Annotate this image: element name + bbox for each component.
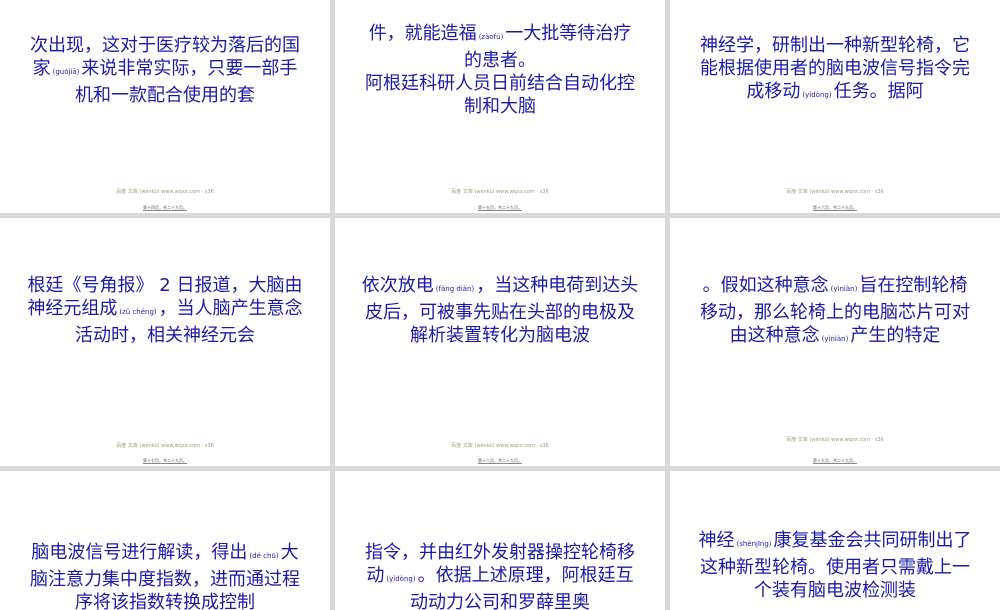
page-number: 第十七页，共二十九页。	[0, 458, 330, 464]
text-run: 。假如这种意念	[702, 275, 829, 296]
pinyin-annotation: (yídòng)	[802, 91, 832, 99]
pinyin-annotation: (yìniàn)	[821, 335, 849, 343]
pinyin-annotation: (yìniàn)	[830, 285, 858, 293]
watermark: 百度 文库 (wénkù) www.wqxx.com · s36	[786, 189, 884, 195]
pinyin-annotation: (yídòng)	[386, 575, 416, 583]
text-run: 产生的特定	[850, 325, 941, 346]
page-number: 第十四页，共二十九页。	[0, 205, 330, 211]
text-run: 神经	[698, 530, 735, 551]
watermark: 百度 文库 (wénkù) www.wqxx.com · s36	[116, 443, 214, 449]
slide-thumbnail[interactable]: 神经学，研制出一种新型轮椅，它能根据使用者的脑电波信号指令完成移动 (yídòng…	[670, 0, 1000, 213]
slide-thumbnail[interactable]: 。假如这种意念 (yìniàn) 旨在控制轮椅移动，那么轮椅上的电脑芯片可对由这种意…	[670, 218, 1000, 466]
slide-thumbnail[interactable]: 神经 (shénjīng) 康复基金会共同研制出了这种新型轮椅。使用者只需戴上一个装…	[670, 471, 1000, 610]
slide-body-text: 神经 (shénjīng) 康复基金会共同研制出了这种新型轮椅。使用者只需戴上一个装…	[670, 529, 1000, 602]
pinyin-annotation: (shénjīng)	[736, 540, 772, 548]
pinyin-annotation: (zàofú)	[478, 33, 504, 41]
text-run: 脑电波信号进行解读，得出	[31, 542, 248, 563]
slide-body-text: 。假如这种意念 (yìniàn) 旨在控制轮椅移动，那么轮椅上的电脑芯片可对由这种意…	[670, 274, 1000, 351]
slide-body-text: 次出现，这对于医疗较为落后的国家 (guójiā) 来说非常实际，只要一部手机和一款…	[0, 34, 330, 107]
page-number-text: 第十六页，共二十九页。	[813, 205, 857, 211]
slide-paragraph: 依次放电 (fàng diàn) ，当这种电荷到达头皮后，可被事先贴在头部的电极及解…	[361, 274, 639, 347]
slide-thumbnail[interactable]: 依次放电 (fàng diàn) ，当这种电荷到达头皮后，可被事先贴在头部的电极及解…	[335, 218, 665, 466]
slide-paragraph: 件，就能造福 (zàofú) 一大批等待治疗的患者。	[361, 22, 639, 72]
text-run: 依次放电	[361, 275, 434, 296]
page-number: 第十八页，共二十九页。	[335, 458, 665, 464]
page-number: 第十九页，共二十九页。	[670, 458, 1000, 464]
page-number-text: 第十九页，共二十九页。	[813, 458, 857, 464]
slide-body-text: 件，就能造福 (zàofú) 一大批等待治疗的患者。 阿根廷科研人员日前结合自动化控…	[335, 22, 665, 118]
pinyin-annotation: (zǔ chéng)	[119, 308, 157, 316]
watermark: 百度 文库 (wénkù) www.wqxx.com · s36	[116, 189, 214, 195]
slide-grid: 次出现，这对于医疗较为落后的国家 (guójiā) 来说非常实际，只要一部手机和一款…	[0, 0, 1000, 610]
slide-body-text: 神经学，研制出一种新型轮椅，它能根据使用者的脑电波信号指令完成移动 (yídòng…	[670, 34, 1000, 107]
page-number-text: 第十五页，共二十九页。	[478, 205, 522, 211]
slide-paragraph: 阿根廷科研人员日前结合自动化控制和大脑	[361, 72, 639, 118]
slide-thumbnail[interactable]: 次出现，这对于医疗较为落后的国家 (guójiā) 来说非常实际，只要一部手机和一款…	[0, 0, 330, 213]
slide-thumbnail[interactable]: 脑电波信号进行解读，得出 (dé chū) 大脑注意力集中度指数，进而通过程序将该指…	[0, 471, 330, 610]
text-run: 件，就能造福	[368, 23, 477, 44]
page-number-text: 第十八页，共二十九页。	[478, 458, 522, 464]
pinyin-annotation: (dé chū)	[249, 552, 279, 560]
watermark: 百度 文库 (wénkù) www.wqxx.com · s36	[786, 437, 884, 443]
text-run: 任务。据阿	[833, 81, 924, 102]
page-number-text: 第十七页，共二十九页。	[143, 458, 187, 464]
text-run: 来说非常实际，只要一部手机和一款配合使用的套	[75, 58, 298, 106]
slide-body-text: 根廷《号角报》 2 日报道，大脑由神经元组成 (zǔ chéng) ，当人脑产生意念…	[0, 274, 330, 347]
watermark: 百度 文库 (wénkù) www.wqxx.com · s36	[451, 443, 549, 449]
text-run: 。依据上述原理，阿根廷互动动力公司和罗薛里奥	[410, 565, 634, 610]
page-number: 第十六页，共二十九页。	[670, 205, 1000, 211]
slide-paragraph: 神经学，研制出一种新型轮椅，它能根据使用者的脑电波信号指令完成移动 (yídòng…	[696, 34, 974, 107]
watermark: 百度 文库 (wénkù) www.wqxx.com · s36	[451, 189, 549, 195]
slide-thumbnail[interactable]: 指令，并由红外发射器操控轮椅移动 (yídòng) 。依据上述原理，阿根廷互动动力公…	[335, 471, 665, 610]
slide-paragraph: 根廷《号角报》 2 日报道，大脑由神经元组成 (zǔ chéng) ，当人脑产生意念…	[26, 274, 304, 347]
page-number: 第十五页，共二十九页。	[335, 205, 665, 211]
slide-paragraph: 。假如这种意念 (yìniàn) 旨在控制轮椅移动，那么轮椅上的电脑芯片可对由这种意…	[696, 274, 974, 351]
text-run: 阿根廷科研人员日前结合自动化控制和大脑	[365, 73, 635, 117]
page-number-text: 第十四页，共二十九页。	[143, 205, 187, 211]
slide-thumbnail[interactable]: 根廷《号角报》 2 日报道，大脑由神经元组成 (zǔ chéng) ，当人脑产生意念…	[0, 218, 330, 466]
slide-paragraph: 神经 (shénjīng) 康复基金会共同研制出了这种新型轮椅。使用者只需戴上一个装…	[696, 529, 974, 602]
pinyin-annotation: (fàng diàn)	[435, 285, 475, 293]
slide-paragraph: 次出现，这对于医疗较为落后的国家 (guójiā) 来说非常实际，只要一部手机和一款…	[26, 34, 304, 107]
slide-body-text: 依次放电 (fàng diàn) ，当这种电荷到达头皮后，可被事先贴在头部的电极及解…	[335, 274, 665, 347]
slide-thumbnail[interactable]: 件，就能造福 (zàofú) 一大批等待治疗的患者。 阿根廷科研人员日前结合自动化控…	[335, 0, 665, 213]
pinyin-annotation: (guójiā)	[52, 68, 80, 76]
text-run: 一大批等待治疗的患者。	[464, 23, 632, 71]
